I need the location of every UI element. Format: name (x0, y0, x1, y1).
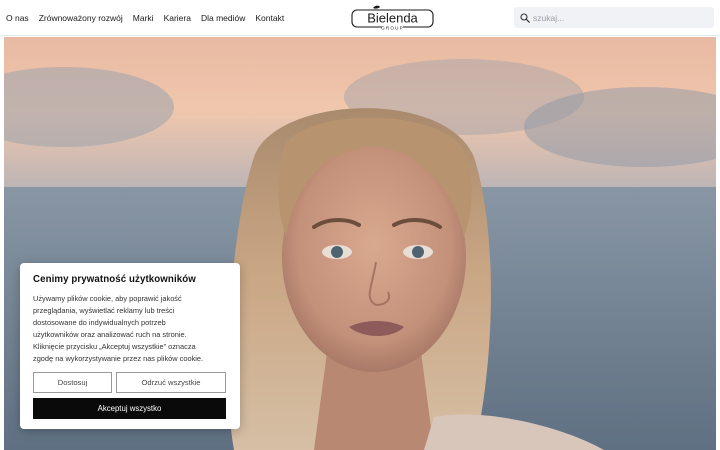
cookie-body-line: przeglądania, wyświetlać reklamy lub tre… (33, 306, 175, 315)
customize-button[interactable]: Dostosuj (33, 372, 112, 393)
main-nav: O nas Zrównoważony rozwój Marki Kariera … (6, 0, 284, 36)
search-icon[interactable] (520, 12, 530, 23)
cookie-title: Cenimy prywatność użytkowników (33, 274, 196, 285)
search-bar[interactable] (514, 7, 714, 28)
cookie-body-line: zgodę na wykorzystywanie przez nas plikó… (33, 354, 204, 363)
nav-item-zrownowazony-rozwoj[interactable]: Zrównoważony rozwój (39, 13, 123, 23)
cookie-body-line: Używamy plików cookie, aby poprawić jako… (33, 294, 182, 303)
search-input[interactable] (533, 12, 703, 23)
site-header: O nas Zrównoważony rozwój Marki Kariera … (0, 0, 720, 36)
cookie-body: Używamy plików cookie, aby poprawić jako… (33, 293, 229, 365)
nav-item-kontakt[interactable]: Kontakt (255, 13, 284, 23)
logo-brand-text: Bielenda (367, 11, 418, 26)
bielenda-group-logo[interactable]: Bielenda GROUP (351, 5, 434, 31)
accept-all-button[interactable]: Akceptuj wszystko (33, 398, 226, 419)
cookie-body-line: Kliknięcie przycisku „Akceptuj wszystkie… (33, 342, 196, 351)
logo-sub-text: GROUP (381, 26, 404, 31)
cookie-body-line: dostosowane do indywidualnych potrzeb (33, 318, 166, 327)
cookie-consent-dialog: Cenimy prywatność użytkowników Używamy p… (20, 263, 240, 429)
nav-item-kariera[interactable]: Kariera (164, 13, 191, 23)
nav-item-marki[interactable]: Marki (133, 13, 154, 23)
cookie-body-line: użytkowników oraz analizować ruch na str… (33, 330, 187, 339)
nav-item-dla-mediow[interactable]: Dla mediów (201, 13, 245, 23)
reject-all-button[interactable]: Odrzuć wszystkie (116, 372, 226, 393)
cookie-secondary-actions: Dostosuj Odrzuć wszystkie (33, 372, 226, 393)
nav-item-o-nas[interactable]: O nas (6, 13, 29, 23)
